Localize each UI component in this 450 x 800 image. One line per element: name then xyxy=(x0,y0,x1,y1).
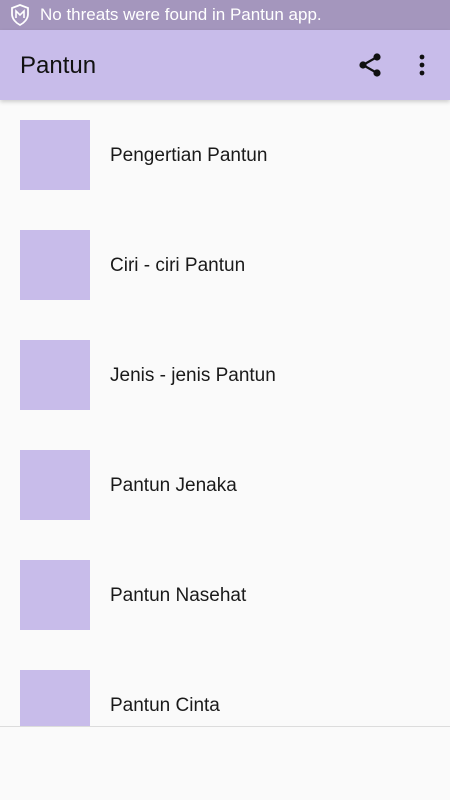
item-thumbnail xyxy=(20,230,90,300)
app-bar: Pantun xyxy=(0,30,450,100)
pantun-list: Pengertian Pantun Ciri - ciri Pantun Jen… xyxy=(0,100,450,726)
item-thumbnail xyxy=(20,670,90,726)
list-item[interactable]: Ciri - ciri Pantun xyxy=(0,210,450,320)
list-item[interactable]: Jenis - jenis Pantun xyxy=(0,320,450,430)
item-thumbnail xyxy=(20,560,90,630)
app-title: Pantun xyxy=(20,52,97,79)
more-vert-icon xyxy=(419,54,425,76)
share-button[interactable] xyxy=(354,49,386,81)
item-thumbnail xyxy=(20,340,90,410)
list-item-label: Pantun Nasehat xyxy=(110,585,247,606)
shield-icon xyxy=(11,4,29,26)
status-notification-text: No threats were found in Pantun app. xyxy=(40,5,322,24)
list-item-label: Pantun Jenaka xyxy=(110,475,237,496)
list-item[interactable]: Pengertian Pantun xyxy=(0,100,450,210)
share-icon xyxy=(359,53,381,77)
list-item-label: Jenis - jenis Pantun xyxy=(110,365,276,386)
list-item-label: Ciri - ciri Pantun xyxy=(110,255,246,276)
list-item-label: Pengertian Pantun xyxy=(110,145,268,166)
list-item[interactable]: Pantun Cinta xyxy=(0,650,450,726)
more-options-button[interactable] xyxy=(410,49,434,81)
item-thumbnail xyxy=(20,120,90,190)
list-item[interactable]: Pantun Nasehat xyxy=(0,540,450,650)
item-thumbnail xyxy=(20,450,90,520)
list-item[interactable]: Pantun Jenaka xyxy=(0,430,450,540)
list-item-label: Pantun Cinta xyxy=(110,695,220,716)
status-bar: No threats were found in Pantun app. xyxy=(0,0,450,30)
bottom-area xyxy=(0,727,450,800)
